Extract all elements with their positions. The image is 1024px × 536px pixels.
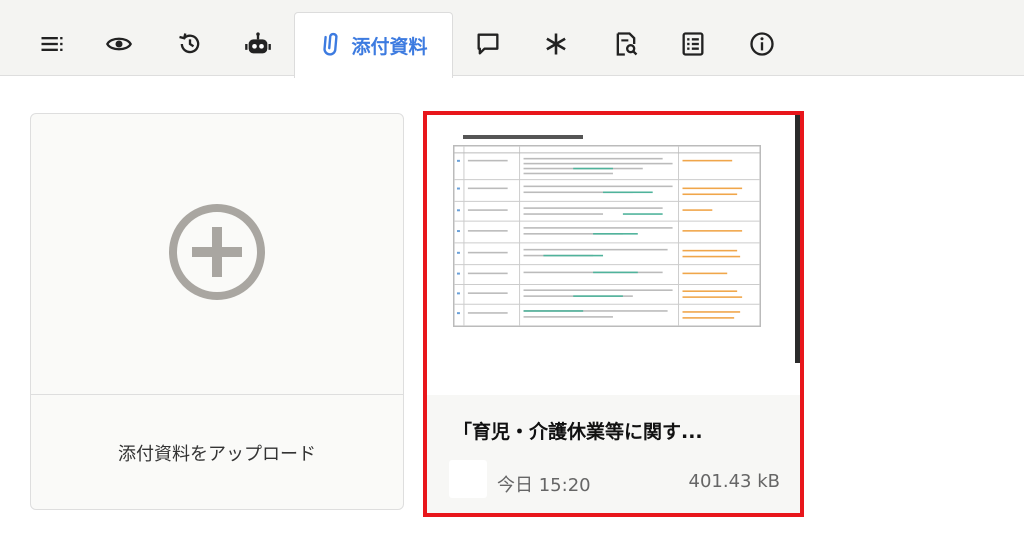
history-icon[interactable]	[170, 24, 210, 64]
tab-attachments[interactable]: 添付資料	[294, 12, 453, 78]
eye-icon[interactable]	[99, 24, 139, 64]
document-search-icon[interactable]	[606, 24, 646, 64]
list-icon[interactable]	[32, 24, 72, 64]
thumbnail-doc-table	[453, 145, 761, 327]
file-name: 「育児・介護休業等に関す...	[453, 421, 703, 443]
file-card[interactable]: 「育児・介護休業等に関す... 今日 15:20 401.43 kB	[423, 111, 804, 517]
chat-icon[interactable]	[468, 24, 508, 64]
file-timestamp: 今日 15:20	[497, 475, 591, 496]
paperclip-icon	[319, 30, 345, 61]
thumbnail-scrollbar[interactable]	[795, 115, 800, 363]
tab-attachments-label: 添付資料	[351, 36, 428, 58]
asterisk-icon[interactable]	[536, 24, 576, 64]
checklist-icon[interactable]	[673, 24, 713, 64]
toolbar: 添付資料	[0, 0, 1024, 78]
upload-card[interactable]: 添付資料をアップロード	[30, 113, 404, 510]
info-icon[interactable]	[742, 24, 782, 64]
file-thumbnail[interactable]	[427, 115, 800, 395]
upload-drop-area[interactable]	[31, 114, 403, 394]
avatar	[449, 460, 487, 498]
file-size: 401.43 kB	[688, 471, 780, 492]
robot-icon[interactable]	[238, 24, 278, 64]
thumbnail-doc-title	[463, 135, 583, 139]
plus-circle-icon	[167, 202, 267, 306]
upload-label[interactable]: 添付資料をアップロード	[31, 394, 403, 509]
